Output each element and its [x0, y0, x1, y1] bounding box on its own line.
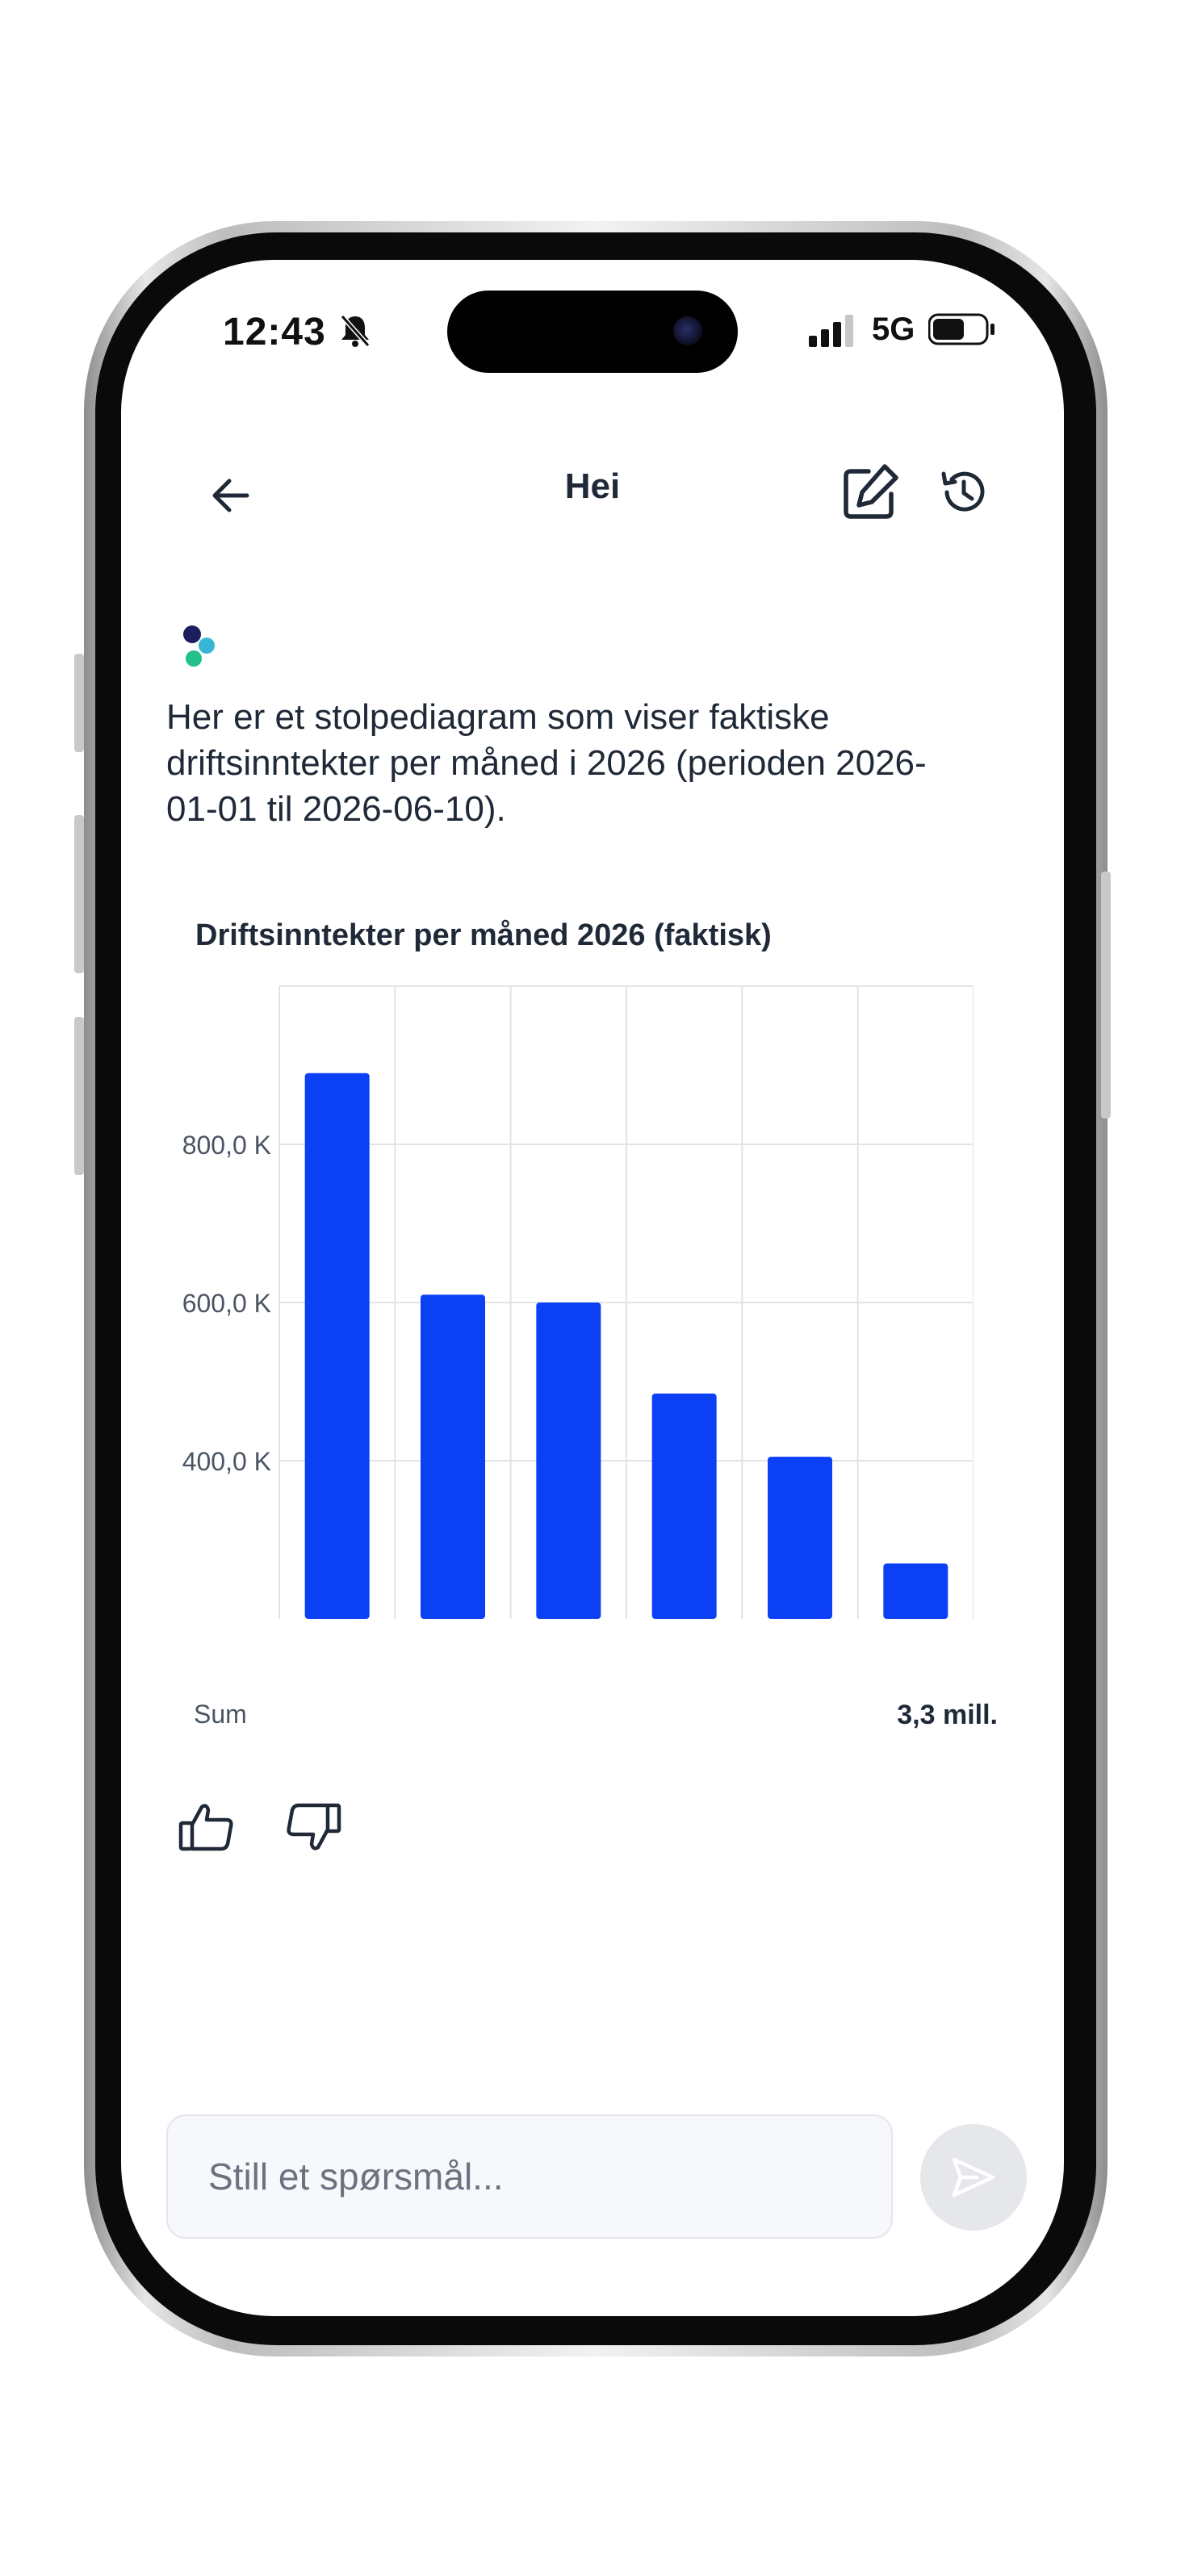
thumbs-up-icon	[178, 1804, 233, 1851]
power-button	[1101, 872, 1111, 1119]
action-button	[74, 654, 84, 752]
bell-muted-icon	[339, 313, 371, 353]
arrow-left-icon	[212, 479, 249, 512]
bar-2026-05	[768, 1457, 832, 1619]
back-button[interactable]	[199, 463, 263, 528]
bar-2026-04	[651, 1393, 717, 1619]
sum-value: 3,3 mill.	[897, 1700, 998, 1730]
volume-down-button	[74, 1017, 84, 1175]
status-time: 12:43	[223, 311, 326, 353]
history-icon	[941, 471, 985, 512]
app-screen: 12:43 5G Hei Her er et stolpediagram som…	[121, 260, 1064, 2316]
bar-2026-03	[536, 1303, 601, 1619]
edit-icon	[844, 464, 898, 519]
x-tick-label: 2026-03	[494, 1628, 599, 1632]
send-button[interactable]	[920, 2124, 1027, 2231]
assistant-logo	[174, 620, 223, 671]
y-tick-label: 400,0 K	[182, 1447, 271, 1476]
new-chat-button[interactable]	[831, 454, 909, 531]
question-input-container	[166, 2114, 893, 2239]
history-button[interactable]	[928, 457, 999, 528]
bar-2026-06	[883, 1563, 948, 1619]
bar-2026-02	[421, 1294, 485, 1619]
x-tick-label: 2026-04	[609, 1628, 714, 1632]
x-tick-label: 2026-05	[726, 1628, 831, 1632]
bar-2026-01	[304, 1073, 370, 1619]
sum-label: Sum	[194, 1700, 247, 1729]
page-title: Hei	[564, 466, 621, 506]
volume-up-button	[74, 815, 84, 973]
question-input[interactable]	[168, 2116, 891, 2237]
network-type: 5G	[872, 312, 915, 347]
cellular-signal-icon	[809, 315, 857, 351]
y-tick-label: 600,0 K	[182, 1289, 271, 1318]
x-tick-label: 2026-01	[262, 1628, 367, 1632]
send-icon	[952, 2157, 995, 2198]
assistant-message: Her er et stolpediagram som viser faktis…	[166, 697, 927, 829]
bar-chart: 400,0 K 600,0 K 800,0 K 2026-01 2026-02 2026-…	[182, 985, 974, 1632]
y-tick-label: 800,0 K	[182, 1131, 271, 1160]
camera-icon	[673, 316, 702, 345]
chart-card: Driftsinntekter per måned 2026 (faktisk)…	[166, 905, 974, 1632]
thumbs-down-button[interactable]	[279, 1793, 347, 1861]
x-tick-label: 2026-02	[379, 1628, 484, 1632]
thumbs-down-icon	[287, 1803, 341, 1850]
thumbs-up-button[interactable]	[173, 1793, 241, 1861]
battery-icon	[927, 313, 996, 349]
